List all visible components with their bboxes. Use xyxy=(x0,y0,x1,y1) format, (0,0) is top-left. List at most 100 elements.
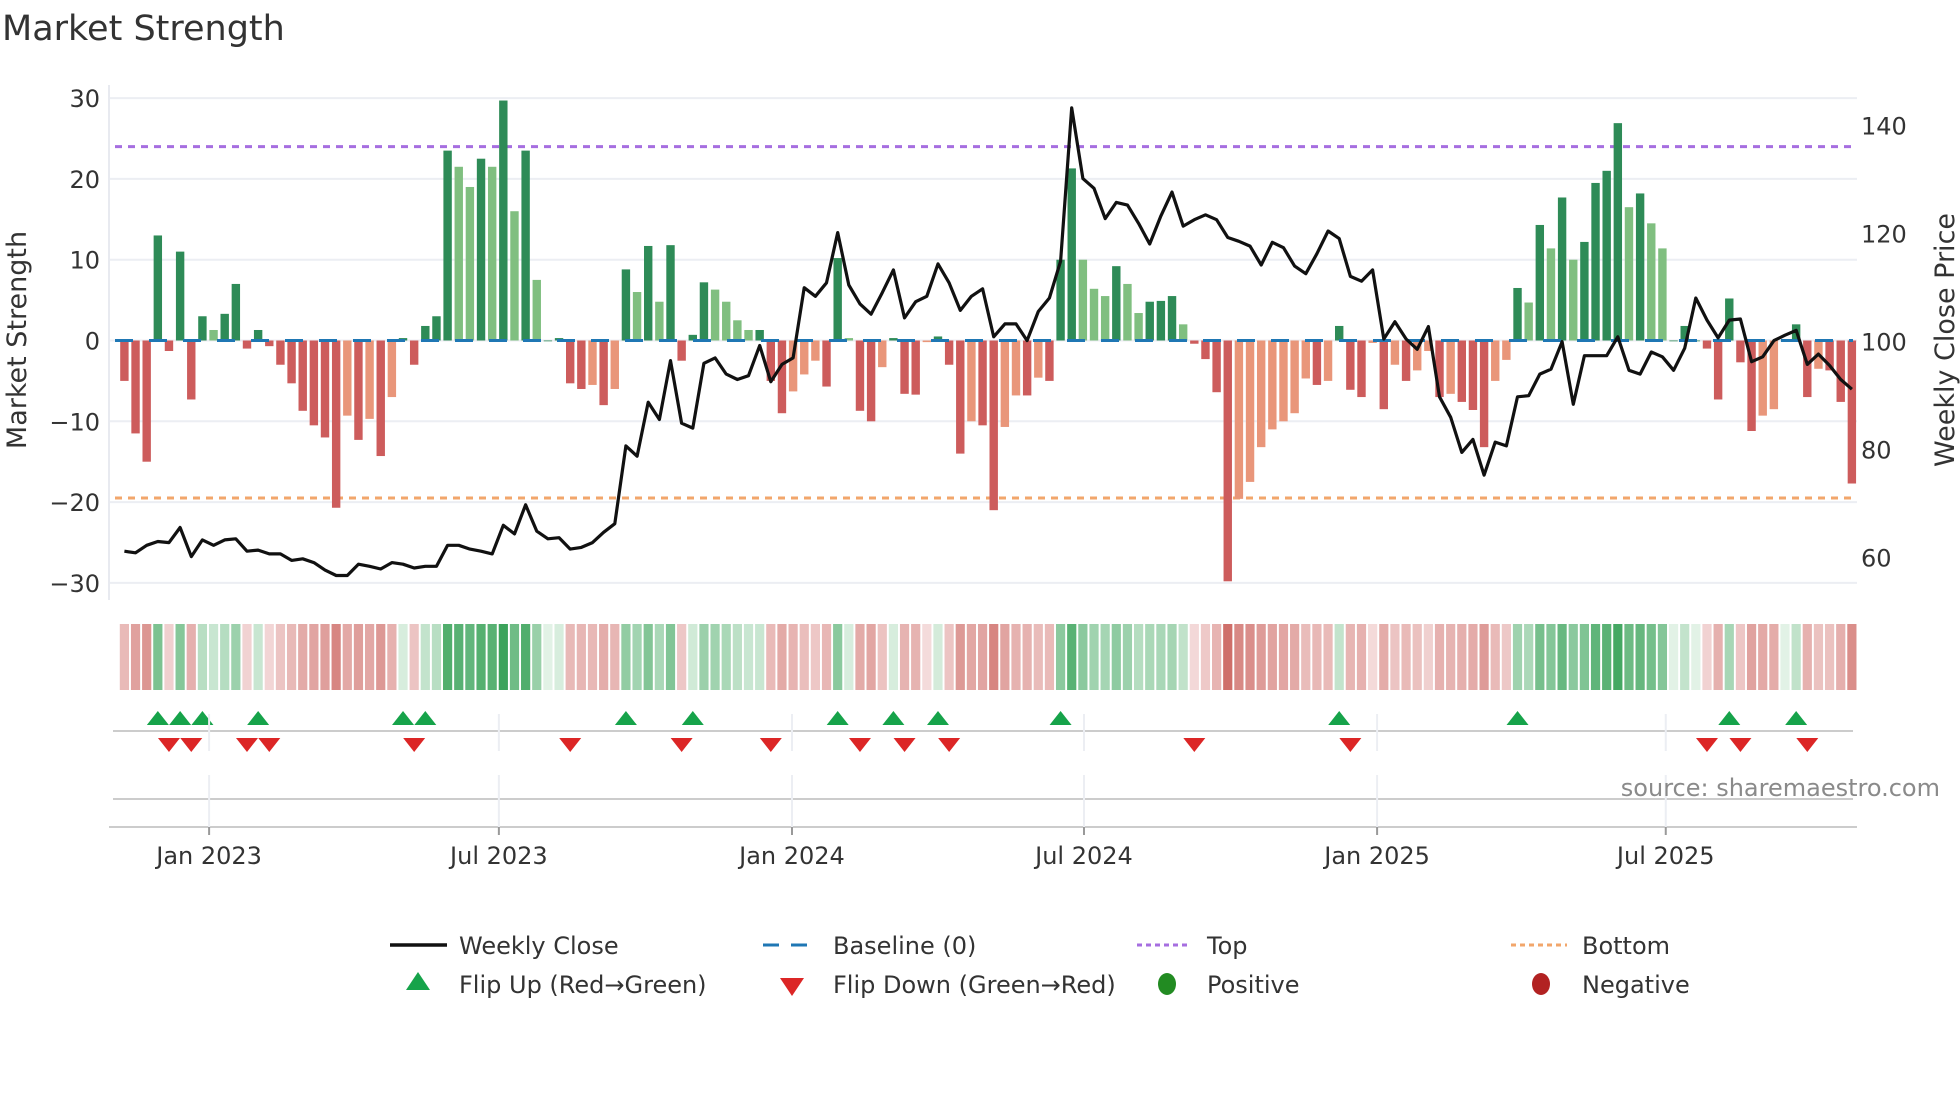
heat-cell xyxy=(1813,624,1824,690)
heat-cell xyxy=(331,624,341,690)
y2-tick-label: 80 xyxy=(1861,437,1892,465)
circle-icon xyxy=(1158,973,1176,995)
y-tick-label: −20 xyxy=(49,489,100,517)
heat-cell xyxy=(911,624,921,690)
negative-bar xyxy=(1713,340,1723,400)
heat-cell xyxy=(1479,624,1489,690)
heat-cell xyxy=(364,624,375,690)
positive-bar xyxy=(1112,266,1121,341)
legend-label: Negative xyxy=(1582,971,1690,999)
heat-cell xyxy=(1535,624,1545,690)
flip-down-marker xyxy=(893,738,916,752)
heat-cell xyxy=(833,624,843,690)
positive-bar xyxy=(1669,340,1678,342)
negative-bar xyxy=(164,340,174,352)
heat-cell xyxy=(1290,624,1300,690)
negative-bar xyxy=(577,340,586,389)
heat-cell xyxy=(1646,624,1656,690)
flip-up-marker xyxy=(882,711,905,725)
heat-cell xyxy=(1624,624,1634,690)
heat-cell xyxy=(710,624,720,690)
negative-bar xyxy=(1223,340,1232,582)
heat-cell xyxy=(454,624,464,690)
positive-bar xyxy=(1602,170,1611,341)
heat-cell xyxy=(665,624,676,690)
heat-cell xyxy=(298,624,308,690)
heat-cell xyxy=(1758,624,1768,690)
heat-cell xyxy=(1769,624,1779,690)
heat-cell xyxy=(119,624,129,690)
flip-down-marker xyxy=(180,738,203,752)
positive-bar xyxy=(487,166,497,341)
heat-cell xyxy=(1735,624,1746,690)
heat-cell xyxy=(398,624,408,690)
positive-bar xyxy=(1658,248,1667,341)
heat-cell xyxy=(521,624,531,690)
flip-down-marker xyxy=(1339,738,1362,752)
heat-cell xyxy=(1847,624,1857,690)
flip-down-marker xyxy=(157,738,180,752)
positive-bar xyxy=(175,251,185,341)
y-axis-label: Market Strength xyxy=(2,231,33,449)
negative-bar xyxy=(409,340,419,365)
heat-cell xyxy=(1568,624,1578,690)
negative-bar xyxy=(131,340,140,434)
y2-axis-label: Weekly Close Price xyxy=(1930,213,1960,467)
triangle-down-icon xyxy=(780,978,804,996)
heat-cell xyxy=(1401,624,1411,690)
flip-up-marker xyxy=(681,711,704,725)
legend-item-flip-down: Flip Down (Green→Red) xyxy=(780,971,1116,999)
negative-bar xyxy=(900,340,909,394)
negative-bar xyxy=(956,340,965,454)
negative-bar xyxy=(911,340,920,395)
negative-bar xyxy=(1256,340,1266,448)
positive-bar xyxy=(1569,259,1578,341)
positive-bar xyxy=(454,166,463,341)
positive-bar xyxy=(543,340,553,342)
heat-cell xyxy=(1178,624,1188,690)
heat-cell xyxy=(1223,624,1233,690)
negative-bar xyxy=(1045,340,1054,381)
flip-down-marker xyxy=(1183,738,1206,752)
legend-item-weekly-close: Weekly Close xyxy=(390,932,619,960)
heat-cell xyxy=(1546,624,1556,690)
y-tick-label: 10 xyxy=(69,247,100,275)
flip-down-marker xyxy=(258,738,281,752)
negative-bar xyxy=(1245,340,1255,482)
negative-bar xyxy=(1201,340,1210,360)
positive-bar xyxy=(666,245,675,341)
heat-cell xyxy=(1468,624,1478,690)
heat-cell xyxy=(1067,624,1077,690)
heat-cell xyxy=(1423,624,1433,690)
negative-bar xyxy=(354,340,363,440)
heat-cell xyxy=(944,624,954,690)
heat-cell xyxy=(1156,624,1166,690)
negative-bar xyxy=(343,340,352,416)
heat-cell xyxy=(286,624,297,690)
heat-cell xyxy=(1557,624,1567,690)
positive-bar xyxy=(1613,123,1623,341)
positive-bar xyxy=(621,269,631,341)
negative-bar xyxy=(800,340,809,375)
heat-cell xyxy=(732,624,742,690)
flip-up-marker xyxy=(614,711,637,725)
heat-cell xyxy=(275,624,286,690)
y2-tick-label: 60 xyxy=(1861,545,1892,573)
positive-bar xyxy=(1635,193,1645,341)
flip-down-marker xyxy=(1796,738,1819,752)
heat-cell xyxy=(1234,624,1244,690)
legend-label: Bottom xyxy=(1582,932,1670,960)
positive-bar xyxy=(432,316,441,341)
y-tick-label: 20 xyxy=(69,166,100,194)
negative-bar xyxy=(242,340,252,349)
heat-cell xyxy=(476,624,486,690)
heat-cell xyxy=(253,624,263,690)
legend-item-baseline: Baseline (0) xyxy=(763,932,976,960)
positive-bar xyxy=(153,235,163,341)
heat-cell xyxy=(1312,624,1322,690)
positive-bar xyxy=(532,279,541,341)
market-strength-chart: Market Strength 3020100−10−20−30 1401201… xyxy=(2,9,1960,999)
negative-bar xyxy=(1212,340,1221,393)
positive-bar xyxy=(1067,168,1076,341)
positive-bar xyxy=(1624,207,1634,341)
